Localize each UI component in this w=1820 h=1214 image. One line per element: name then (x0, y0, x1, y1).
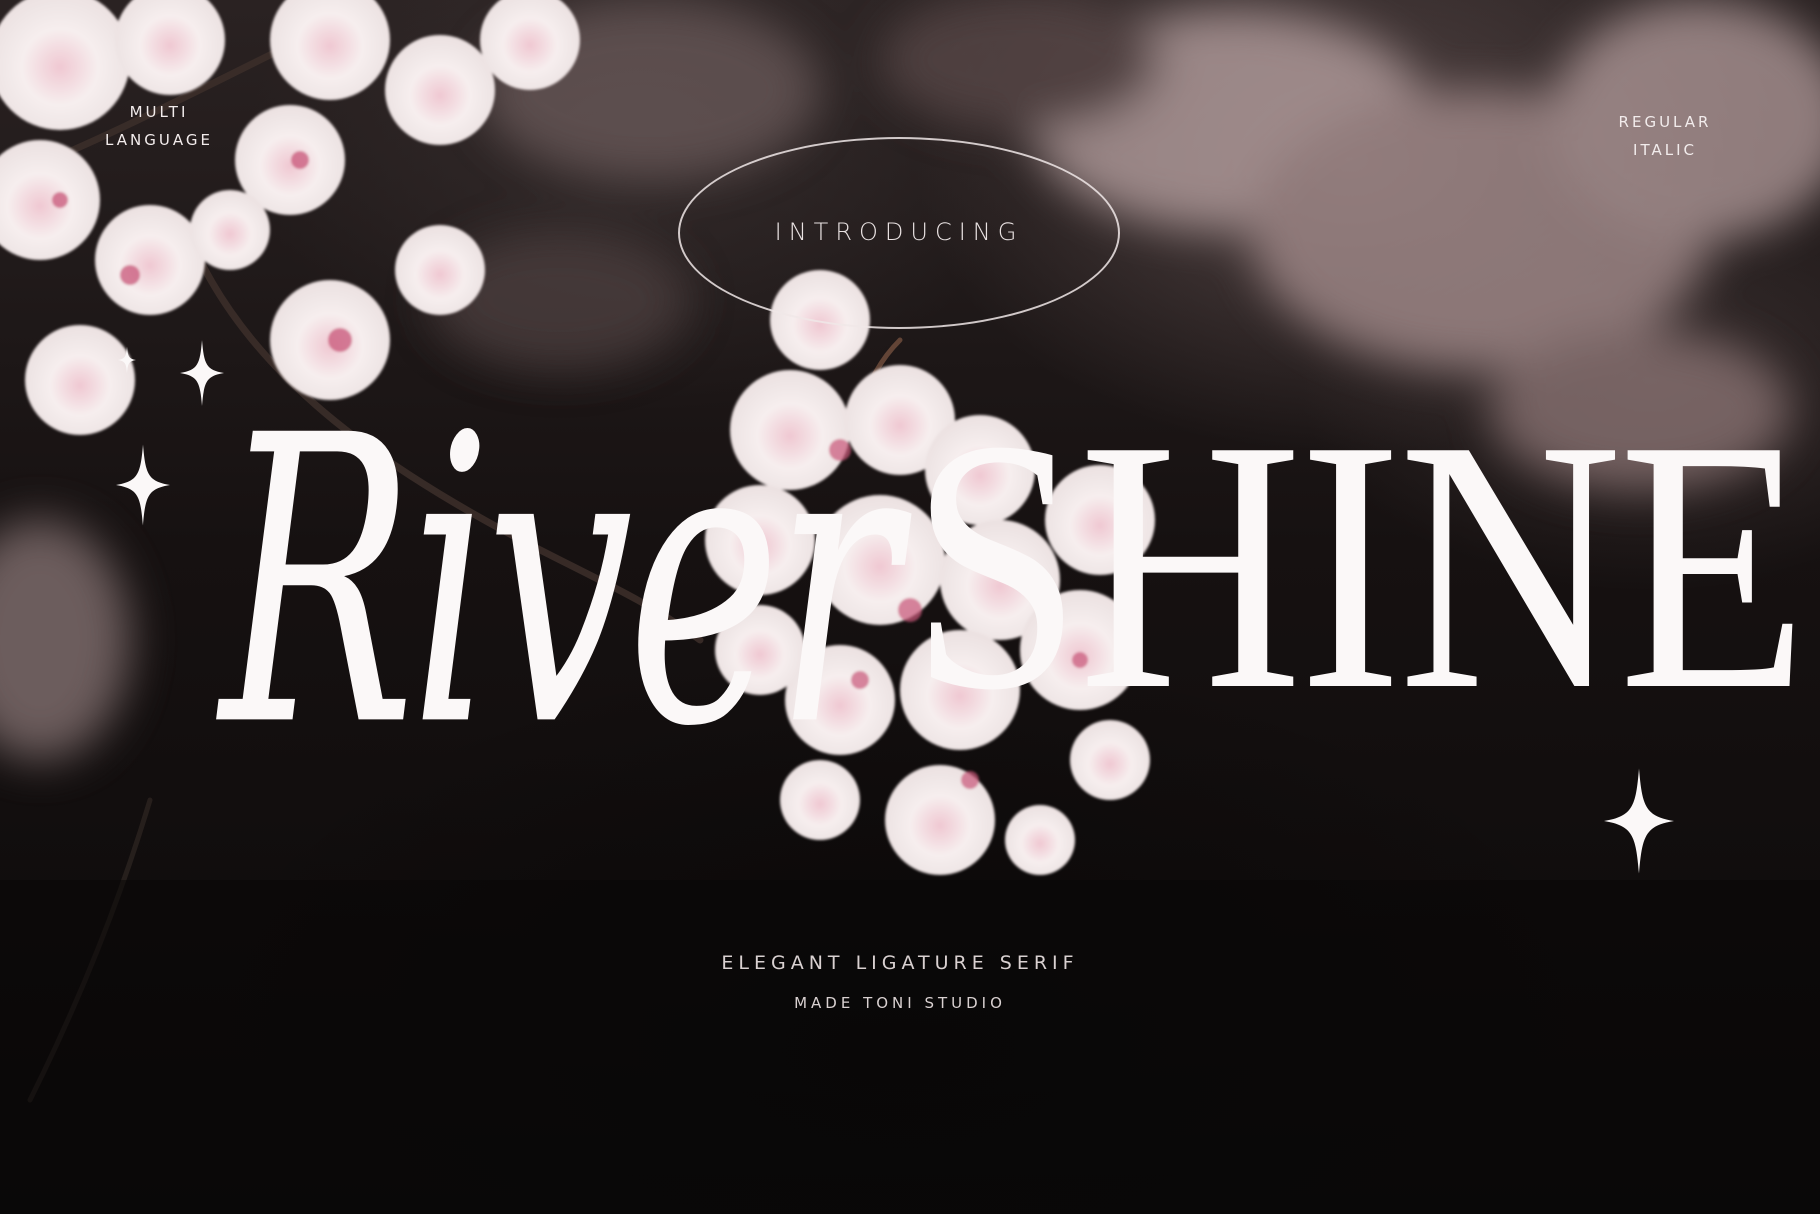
studio-credit: MADE TONI STUDIO (794, 994, 1006, 1012)
poster: MULTI LANGUAGE REGULAR ITALIC INTRODUCIN… (0, 0, 1820, 1214)
font-description: ELEGANT LIGATURE SERIF (721, 952, 1079, 974)
title-italic-part: River (220, 352, 899, 813)
style-note: REGULAR ITALIC (1590, 108, 1740, 164)
sparkle-icon (118, 346, 136, 374)
style-note-line2: ITALIC (1633, 141, 1697, 159)
style-note-line1: REGULAR (1618, 113, 1712, 131)
language-note-line1: MULTI (129, 103, 189, 121)
language-note: MULTI LANGUAGE (84, 98, 234, 154)
sparkle-icon (116, 444, 170, 526)
intro-label: INTRODUCING (774, 218, 1024, 246)
sparkle-icon (1604, 768, 1674, 874)
sparkle-icon (180, 340, 224, 406)
language-note-line2: LANGUAGE (105, 131, 213, 149)
title-upright-part: SHINE (910, 365, 1808, 764)
